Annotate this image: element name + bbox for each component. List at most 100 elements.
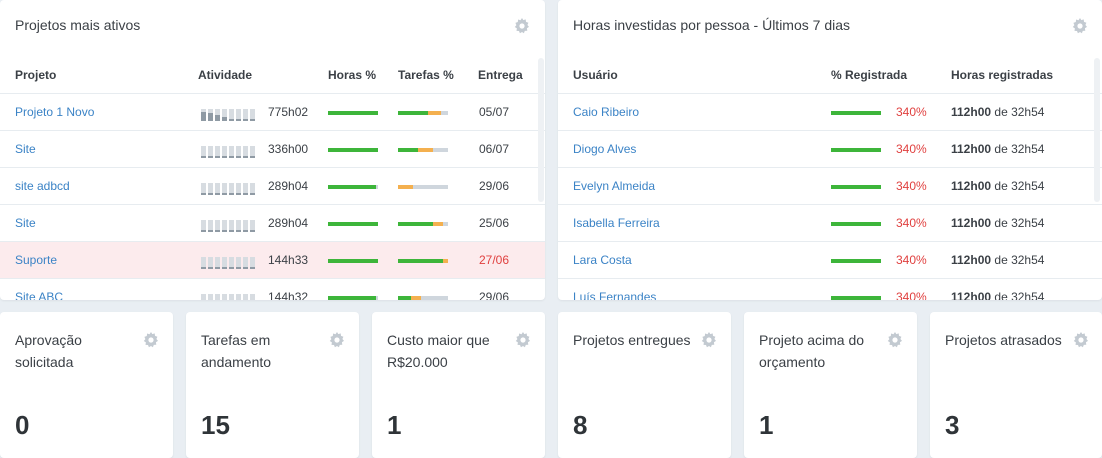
activity-bar-baseline: [236, 230, 241, 232]
registered-percent: 340%: [896, 216, 927, 230]
col-entrega[interactable]: Entrega: [478, 68, 523, 82]
hours-progress-fill: [328, 296, 376, 300]
tasks-progress-pending: [443, 259, 448, 263]
activity-bar: [201, 294, 206, 300]
registered-percent: 340%: [896, 253, 927, 267]
table-row[interactable]: Projeto 1 Novo 775h02 05/07: [0, 94, 545, 131]
activity-bar-baseline: [236, 193, 241, 195]
col-atividade[interactable]: Atividade: [198, 68, 252, 82]
activity-bar: [222, 294, 227, 300]
table-row[interactable]: Diogo Alves 340% 112h00 de 32h54: [558, 131, 1102, 168]
col-tarefas[interactable]: Tarefas %: [398, 68, 454, 82]
table-row[interactable]: site adbcd 289h04 29/06: [0, 168, 545, 205]
activity-sparkline: [201, 214, 255, 232]
project-due-date: 05/07: [479, 105, 510, 119]
stat-card[interactable]: Projetos atrasados 3: [930, 312, 1102, 458]
project-hours: 775h02: [268, 105, 309, 119]
hours-progress-fill: [328, 259, 378, 263]
activity-bar-baseline: [222, 267, 227, 269]
project-name-link[interactable]: Site: [15, 216, 36, 230]
activity-bar-baseline: [222, 156, 227, 158]
registered-progress-fill: [831, 222, 881, 226]
tasks-progress-bar: [398, 222, 448, 226]
user-name-link[interactable]: Isabella Ferreira: [573, 216, 660, 230]
table-row[interactable]: Site 289h04 25/06: [0, 205, 545, 242]
table-row[interactable]: Isabella Ferreira 340% 112h00 de 32h54: [558, 205, 1102, 242]
stat-card[interactable]: Aprovação solicitada 0: [0, 312, 173, 458]
project-due-date: 25/06: [479, 216, 510, 230]
table-row[interactable]: Suporte 144h33 27/06: [0, 242, 545, 279]
gear-icon[interactable]: [143, 332, 159, 348]
project-hours: 144h32: [268, 290, 309, 300]
activity-bar-baseline: [229, 230, 234, 232]
activity-bar-active: [236, 119, 241, 121]
project-name-link[interactable]: Site ABC: [15, 290, 63, 300]
table-row[interactable]: Site ABC 144h32 29/06: [0, 279, 545, 300]
projects-panel: Projetos mais ativos Projeto Atividade H…: [0, 0, 545, 300]
projects-table-body: Projeto 1 Novo 775h02 05/07 Site 336h00 06/07…: [0, 94, 545, 300]
project-due-date: 27/06: [479, 253, 510, 267]
activity-bar-baseline: [215, 156, 220, 158]
stat-card[interactable]: Projetos entregues 8: [558, 312, 731, 458]
gear-icon[interactable]: [329, 332, 345, 348]
tasks-progress-pending: [433, 222, 443, 226]
hours-progress-bar: [328, 222, 378, 226]
project-name-link[interactable]: Site: [15, 142, 36, 156]
hours-progress-bar: [328, 296, 378, 300]
activity-bar-baseline: [236, 267, 241, 269]
gear-icon[interactable]: [515, 332, 531, 348]
projects-scrollbar[interactable]: [538, 58, 544, 202]
activity-bar-baseline: [208, 267, 213, 269]
activity-bar-baseline: [201, 267, 206, 269]
gear-icon[interactable]: [1072, 18, 1088, 34]
registered-hours: 112h00 de 32h54: [951, 179, 1044, 193]
activity-sparkline: [201, 140, 255, 158]
project-name-link[interactable]: Suporte: [15, 253, 57, 267]
activity-sparkline: [201, 103, 255, 121]
stat-card[interactable]: Tarefas em andamento 15: [186, 312, 359, 458]
col-usuario[interactable]: Usuário: [573, 68, 618, 82]
table-row[interactable]: Lara Costa 340% 112h00 de 32h54: [558, 242, 1102, 279]
registered-percent: 340%: [896, 290, 927, 300]
gear-icon[interactable]: [887, 332, 903, 348]
hours-panel-title: Horas investidas por pessoa - Últimos 7 …: [573, 17, 851, 33]
table-row[interactable]: Site 336h00 06/07: [0, 131, 545, 168]
registered-hours-value: 112h00: [951, 142, 992, 156]
user-name-link[interactable]: Caio Ribeiro: [573, 105, 639, 119]
activity-bar-active: [229, 119, 234, 121]
col-projeto[interactable]: Projeto: [15, 68, 56, 82]
activity-bar-baseline: [250, 267, 255, 269]
gear-icon[interactable]: [701, 332, 717, 348]
hours-scrollbar[interactable]: [1094, 58, 1100, 202]
stat-card[interactable]: Projeto acima do orçamento 1: [744, 312, 917, 458]
tasks-progress-bar: [398, 259, 448, 263]
user-name-link[interactable]: Diogo Alves: [573, 142, 636, 156]
table-row[interactable]: Evelyn Almeida 340% 112h00 de 32h54: [558, 168, 1102, 205]
project-name-link[interactable]: Projeto 1 Novo: [15, 105, 94, 119]
hours-progress-fill: [328, 185, 376, 189]
stat-card[interactable]: Custo maior que R$20.000 1: [372, 312, 545, 458]
col-horas[interactable]: Horas %: [328, 68, 376, 82]
col-horas-registradas[interactable]: Horas registradas: [951, 68, 1053, 82]
col-registrada[interactable]: % Registrada: [831, 68, 907, 82]
registered-hours-value: 112h00: [951, 105, 992, 119]
user-name-link[interactable]: Luís Fernandes: [573, 290, 656, 300]
gear-icon[interactable]: [514, 18, 530, 34]
activity-bar-baseline: [250, 156, 255, 158]
registered-hours: 112h00 de 32h54: [951, 216, 1044, 230]
hours-progress-bar: [328, 259, 378, 263]
stat-label: Custo maior que R$20.000: [387, 332, 490, 370]
table-row[interactable]: Caio Ribeiro 340% 112h00 de 32h54: [558, 94, 1102, 131]
tasks-progress-pending: [418, 148, 433, 152]
table-row[interactable]: Luís Fernandes 340% 112h00 de 32h54: [558, 279, 1102, 300]
activity-bar-baseline: [243, 267, 248, 269]
hours-progress-bar: [328, 111, 378, 115]
project-name-link[interactable]: site adbcd: [15, 179, 70, 193]
activity-bar: [215, 294, 220, 300]
user-name-link[interactable]: Lara Costa: [573, 253, 632, 267]
tasks-progress-done: [398, 111, 428, 115]
tasks-progress-bar: [398, 148, 448, 152]
user-name-link[interactable]: Evelyn Almeida: [573, 179, 655, 193]
gear-icon[interactable]: [1073, 332, 1089, 348]
activity-bar-baseline: [201, 156, 206, 158]
